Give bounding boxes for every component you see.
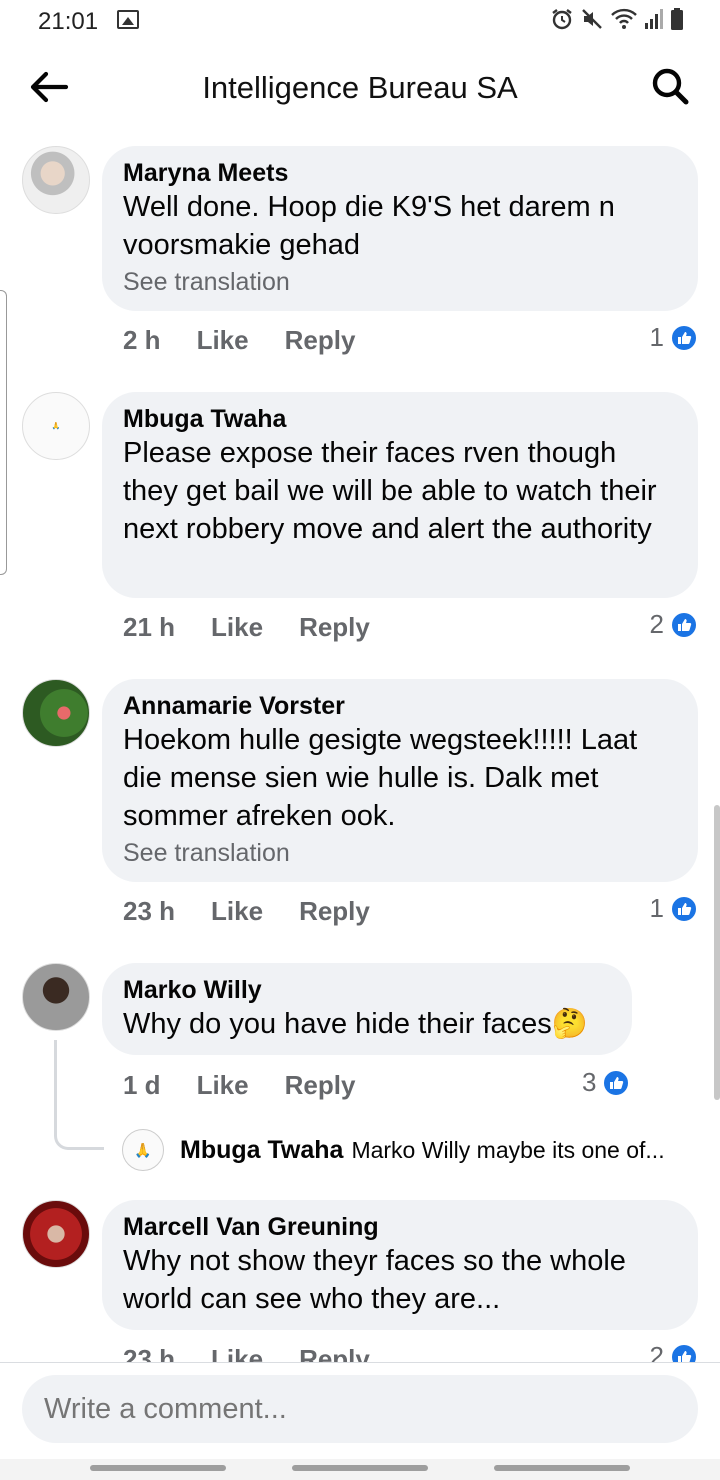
nav-recent-handle[interactable] [90, 1465, 226, 1471]
comment-composer [0, 1362, 720, 1480]
reply-button[interactable]: Reply [299, 896, 370, 927]
status-time: 21:01 [38, 8, 99, 35]
comment-text: Hoekom hulle gesigte wegsteek!!!!! Laat … [123, 724, 638, 832]
side-panel-edge [0, 290, 7, 575]
like-count[interactable]: 3 [582, 1067, 631, 1098]
avatar[interactable] [22, 963, 90, 1031]
avatar[interactable] [22, 679, 90, 747]
comment-text: Why not show theyr faces so the whole wo… [123, 1245, 626, 1315]
navigation-bar [0, 1459, 720, 1480]
reply-text: Marko Willy maybe its one of... [351, 1136, 665, 1163]
comment-actions: 1 d Like Reply [123, 1070, 355, 1101]
like-count-value: 1 [649, 893, 664, 923]
comment-bubble[interactable]: Annamarie Vorster Hoekom hulle gesigte w… [102, 679, 698, 882]
reply-avatar: 🙏 [122, 1129, 164, 1171]
comment-author[interactable]: Annamarie Vorster [123, 691, 676, 721]
comment-actions: 23 h Like Reply [123, 896, 370, 927]
alarm-icon [552, 9, 572, 30]
scrollbar[interactable] [714, 805, 720, 1100]
reply-button[interactable]: Reply [285, 325, 356, 356]
comment-time: 21 h [123, 612, 176, 642]
search-button[interactable] [648, 64, 694, 110]
reply-preview[interactable]: 🙏 Mbuga Twaha Marko Willy maybe its one … [122, 1128, 702, 1172]
like-thumb-icon [670, 323, 698, 352]
like-count[interactable]: 1 [650, 322, 698, 353]
reply-thread-line [54, 1040, 104, 1150]
like-button[interactable]: Like [197, 325, 249, 356]
like-count-value: 1 [649, 322, 664, 352]
comment-time: 1 d [123, 1070, 161, 1100]
reply-button[interactable]: Reply [299, 612, 370, 643]
like-count[interactable]: 1 [650, 893, 698, 924]
comment-text: Why do you have hide their faces🤔 [123, 1008, 588, 1040]
status-bar: 21:01 [0, 0, 720, 44]
comment-input[interactable] [22, 1375, 698, 1443]
signal-icon [645, 9, 663, 29]
gallery-icon [117, 10, 139, 29]
nav-home-handle[interactable] [292, 1465, 428, 1471]
comment-author[interactable]: Maryna Meets [123, 158, 676, 188]
search-icon [652, 68, 689, 105]
comment-text: Please expose their faces rven though th… [123, 437, 657, 545]
nav-back-handle[interactable] [494, 1465, 630, 1471]
status-icons [550, 7, 684, 31]
like-count-value: 2 [649, 609, 664, 639]
avatar[interactable]: 🙏 [22, 392, 90, 460]
like-thumb-icon [602, 1068, 631, 1097]
battery-icon [671, 8, 683, 30]
comment-bubble[interactable]: Marko Willy Why do you have hide their f… [102, 963, 632, 1055]
comment-author[interactable]: Marcell Van Greuning [123, 1212, 676, 1242]
like-thumb-icon [670, 610, 698, 639]
see-translation-link[interactable]: See translation [123, 266, 676, 298]
comment-bubble[interactable]: Marcell Van Greuning Why not show theyr … [102, 1200, 698, 1330]
like-count[interactable]: 2 [650, 609, 698, 640]
app-header: Intelligence Bureau SA [0, 44, 720, 136]
comment-time: 23 h [123, 896, 176, 926]
reply-author[interactable]: Mbuga Twaha [180, 1136, 343, 1165]
wifi-icon [611, 8, 637, 29]
comment-actions: 21 h Like Reply [123, 612, 370, 643]
like-button[interactable]: Like [211, 896, 263, 927]
like-count-value: 3 [582, 1067, 597, 1097]
mute-icon [582, 9, 602, 29]
page-title: Intelligence Bureau SA [202, 70, 518, 105]
comment-author[interactable]: Mbuga Twaha [123, 404, 676, 434]
like-button[interactable]: Like [197, 1070, 249, 1101]
comment-author[interactable]: Marko Willy [123, 975, 610, 1005]
comment-bubble[interactable]: Maryna Meets Well done. Hoop die K9'S he… [102, 146, 698, 311]
like-thumb-icon [670, 894, 698, 923]
comment-actions: 2 h Like Reply [123, 325, 355, 356]
comment-time: 2 h [123, 325, 161, 355]
like-button[interactable]: Like [211, 612, 263, 643]
comment-bubble[interactable]: Mbuga Twaha Please expose their faces rv… [102, 392, 698, 598]
avatar[interactable] [22, 146, 90, 214]
comment-text: Well done. Hoop die K9'S het darem n voo… [123, 191, 615, 261]
see-translation-link[interactable]: See translation [123, 837, 676, 869]
avatar[interactable] [22, 1200, 90, 1268]
reply-button[interactable]: Reply [285, 1070, 356, 1101]
